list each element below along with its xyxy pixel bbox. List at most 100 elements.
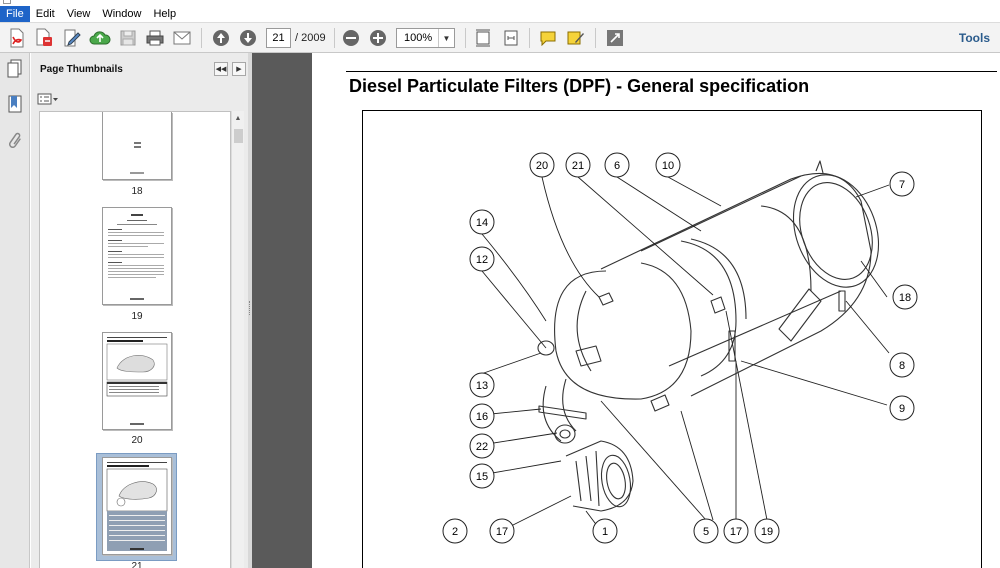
panel-expand-button[interactable]: ▶ xyxy=(232,62,246,76)
thumbnail-page-19[interactable] xyxy=(102,207,172,305)
main-toolbar: / 2009 100% ▼ Tools xyxy=(0,22,1000,53)
callout-label: 9 xyxy=(899,403,905,415)
pdf-viewer-window: File Edit View Window Help 21 / 2009 100… xyxy=(0,0,1000,568)
callout-label: 16 xyxy=(476,411,488,423)
page-preview xyxy=(108,214,164,300)
highlight-icon xyxy=(567,31,584,45)
callout-label: 22 xyxy=(476,441,488,453)
heading-rule xyxy=(346,71,997,72)
page-preview xyxy=(106,462,168,551)
page-total: / 2009 xyxy=(295,32,326,44)
thumbnail-label: 18 xyxy=(131,186,143,197)
page-number-input[interactable] xyxy=(266,28,291,48)
upload-button[interactable] xyxy=(88,27,112,49)
callout-label: 15 xyxy=(476,471,488,483)
thumbnail-page-21[interactable] xyxy=(102,457,172,555)
thumbnail-page-18[interactable] xyxy=(102,112,172,180)
save-icon xyxy=(120,30,136,46)
callout-label: 13 xyxy=(476,380,488,392)
callout-label: 5 xyxy=(703,526,709,538)
callout-label: 7 xyxy=(899,179,905,191)
save-button[interactable] xyxy=(117,27,139,49)
navigation-rail xyxy=(0,53,30,568)
menu-window[interactable]: Window xyxy=(96,6,147,22)
callout-label: 20 xyxy=(536,160,548,172)
bookmarks-icon xyxy=(8,95,22,113)
create-pdf-button[interactable] xyxy=(6,27,28,49)
callout-label: 18 xyxy=(899,292,911,304)
fit-width-icon xyxy=(504,30,518,46)
zoom-in-button[interactable] xyxy=(368,27,388,49)
thumbnail-page-20[interactable] xyxy=(102,332,172,430)
next-page-button[interactable] xyxy=(237,27,259,49)
full-screen-button[interactable] xyxy=(604,27,626,49)
page-preview xyxy=(106,337,168,425)
email-icon xyxy=(173,31,191,45)
callout-label: 1 xyxy=(602,526,608,538)
print-icon xyxy=(146,30,164,46)
thumbnails-header: Page Thumbnails ◀◀ ▶ xyxy=(31,53,248,85)
comment-button[interactable] xyxy=(537,27,559,49)
chevron-down-icon[interactable]: ▼ xyxy=(438,29,454,47)
cloud-upload-icon xyxy=(89,31,111,45)
callout-label: 17 xyxy=(730,526,742,538)
convert-icon xyxy=(36,28,52,46)
fit-width-button[interactable] xyxy=(500,27,522,49)
dpf-illustration: 20 21 6 10 7 14 12 18 8 13 9 16 22 15 2 … xyxy=(442,152,918,544)
menu-edit[interactable]: Edit xyxy=(30,6,61,22)
scrollbar-thumb[interactable] xyxy=(234,129,243,143)
callout-label: 6 xyxy=(614,160,620,172)
callout-label: 12 xyxy=(476,254,488,266)
page-thumbnails-button[interactable] xyxy=(5,58,25,80)
thumbnail-label: 21 xyxy=(131,561,143,568)
app-icon xyxy=(3,0,11,4)
edit-button[interactable] xyxy=(61,27,83,49)
callout-label: 21 xyxy=(572,160,584,172)
menu-help[interactable]: Help xyxy=(147,6,182,22)
edit-icon xyxy=(64,29,81,47)
thumbnail-label: 19 xyxy=(131,311,143,322)
thumbnails-scrollbar[interactable]: ▲ xyxy=(231,111,244,568)
create-pdf-icon xyxy=(10,28,24,48)
menu-file[interactable]: File xyxy=(0,6,30,22)
thumbnails-panel: Page Thumbnails ◀◀ ▶ 18 19 20 21 ▲ xyxy=(31,53,248,568)
callout-label: 2 xyxy=(452,526,458,538)
thumbnail-options-button[interactable] xyxy=(37,91,61,107)
next-page-icon xyxy=(240,30,256,46)
options-menu-icon xyxy=(37,93,58,105)
callout-label: 8 xyxy=(899,360,905,372)
callout-label: 14 xyxy=(476,217,488,229)
zoom-in-icon xyxy=(370,30,386,46)
callout-label: 10 xyxy=(662,160,674,172)
dpf-exploded-diagram: 20 21 6 10 7 14 12 18 8 13 9 16 22 15 2 … xyxy=(362,110,982,568)
previous-page-button[interactable] xyxy=(210,27,232,49)
attachments-icon xyxy=(8,132,21,149)
scroll-up-icon[interactable]: ▲ xyxy=(234,114,242,122)
tools-link[interactable]: Tools xyxy=(959,31,990,45)
page-thumbnails-icon xyxy=(7,59,22,78)
comment-icon xyxy=(540,31,556,46)
menu-view[interactable]: View xyxy=(61,6,97,22)
convert-button[interactable] xyxy=(33,27,55,49)
splitter-grip[interactable] xyxy=(249,301,251,315)
thumbnails-list: 18 19 20 21 xyxy=(39,111,231,568)
collapse-panel-button[interactable]: ◀◀ xyxy=(214,62,228,76)
zoom-out-button[interactable] xyxy=(341,27,361,49)
page-preview xyxy=(130,142,144,174)
menu-bar: File Edit View Window Help xyxy=(0,6,1000,22)
document-heading: Diesel Particulate Filters (DPF) - Gener… xyxy=(349,76,810,96)
email-button[interactable] xyxy=(171,27,193,49)
previous-page-icon xyxy=(213,30,229,46)
bookmarks-button[interactable] xyxy=(5,94,25,116)
callout-label: 19 xyxy=(761,526,773,538)
zoom-select[interactable]: 100% ▼ xyxy=(396,28,455,48)
callout-label: 17 xyxy=(496,526,508,538)
full-screen-icon xyxy=(607,30,623,46)
highlight-button[interactable] xyxy=(565,27,587,49)
zoom-value: 100% xyxy=(404,32,433,44)
panel-title: Page Thumbnails xyxy=(40,64,123,75)
attachments-button[interactable] xyxy=(5,130,25,152)
fit-page-button[interactable] xyxy=(472,27,494,49)
print-button[interactable] xyxy=(144,27,166,49)
zoom-out-icon xyxy=(343,30,359,46)
